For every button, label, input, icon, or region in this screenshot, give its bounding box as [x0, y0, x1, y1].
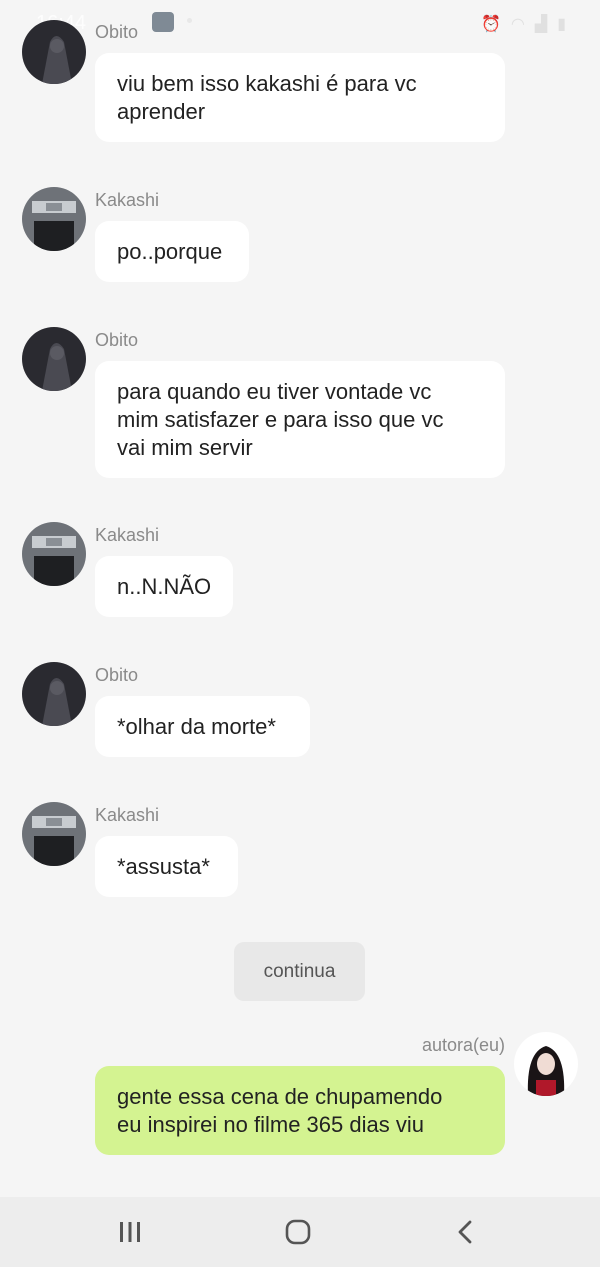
navigation-bar: [0, 1197, 600, 1267]
status-icons: ⏰ ◠ ▟ ▮: [481, 14, 566, 34]
sender-name: Obito: [95, 22, 139, 42]
avatar-author[interactable]: [514, 1032, 578, 1096]
avatar-kakashi[interactable]: [22, 522, 86, 586]
message-line: *olhar da morte*: [117, 714, 276, 739]
back-icon: [458, 1220, 472, 1244]
message-bubble[interactable]: gente essa cena de chupamendo eu inspire…: [95, 1066, 505, 1155]
avatar-obito[interactable]: [22, 662, 86, 726]
message-line: n..N.NÃO: [117, 574, 212, 599]
message-line: aprender: [117, 99, 206, 124]
message-line: viu bem isso kakashi é para vc: [117, 71, 417, 96]
status-bar: 16:44 ⏰ ◠ ▟ ▮: [0, 0, 600, 44]
app-notification-icon: [152, 12, 174, 32]
battery-icon: ▮: [557, 16, 566, 33]
message-line: para quando eu tiver vontade vc: [117, 379, 432, 404]
sender-name: Kakashi: [95, 525, 160, 545]
notification-dot-icon: [187, 18, 192, 23]
sender-name: autora(eu): [421, 1035, 505, 1055]
avatar-kakashi[interactable]: [22, 187, 86, 251]
message-bubble[interactable]: *assusta*: [95, 836, 238, 897]
wifi-icon: ◠: [510, 16, 525, 33]
sender-name: Kakashi: [95, 190, 160, 210]
back-button[interactable]: [420, 1197, 510, 1267]
home-icon: [285, 1219, 311, 1245]
message-bubble[interactable]: *olhar da morte*: [95, 696, 310, 757]
sender-name: Obito: [95, 665, 139, 685]
continue-button[interactable]: continua: [234, 942, 365, 1001]
message-line: mim satisfazer e para isso que vc: [117, 407, 444, 432]
sender-name: Kakashi: [95, 805, 160, 825]
avatar-obito[interactable]: [22, 327, 86, 391]
signal-icon: ▟: [534, 16, 548, 33]
recent-apps-icon: [120, 1222, 140, 1242]
message-line: po..porque: [117, 239, 223, 264]
message-line: *assusta*: [117, 854, 210, 879]
message-line: gente essa cena de chupamendo: [117, 1084, 443, 1109]
home-button[interactable]: [253, 1197, 343, 1267]
message-line: eu inspirei no filme 365 dias viu: [117, 1112, 424, 1137]
message-line: vai mim servir: [117, 435, 253, 460]
recent-apps-button[interactable]: [85, 1197, 175, 1267]
message-bubble[interactable]: para quando eu tiver vontade vc mim sati…: [95, 361, 505, 478]
avatar-kakashi[interactable]: [22, 802, 86, 866]
message-bubble[interactable]: po..porque: [95, 221, 249, 282]
alarm-icon: ⏰: [480, 16, 501, 33]
message-bubble[interactable]: viu bem isso kakashi é para vc aprender: [95, 53, 505, 142]
avatar-obito[interactable]: [22, 20, 86, 84]
message-bubble[interactable]: n..N.NÃO: [95, 556, 233, 617]
sender-name: Obito: [95, 330, 139, 350]
